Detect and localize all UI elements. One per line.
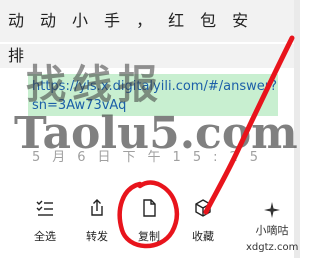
select-all-label: 全选	[34, 230, 56, 243]
answer-link-line-2[interactable]: sn=3Aw73vAq	[32, 96, 274, 115]
message-line-1-char: ，	[136, 11, 153, 30]
message-line-1-char: 动	[8, 11, 25, 30]
checklist-icon	[36, 200, 53, 216]
favorite-button[interactable]: 收藏	[176, 198, 230, 244]
answer-link[interactable]: https://yls.x.digitalyili.com/#/answer? …	[28, 74, 278, 116]
forward-button[interactable]: 转发	[70, 198, 124, 244]
message-line-1-char: 手	[104, 11, 121, 30]
message-line-1-char: 包	[200, 11, 217, 30]
favorite-label: 收藏	[192, 230, 214, 243]
share-icon	[91, 199, 103, 216]
message-line-1: 动动小手，红包安	[0, 0, 300, 42]
chat-screen: 动动小手，红包安 排 https://yls.x.digitalyili.com…	[0, 0, 300, 258]
select-all-button[interactable]: 全选	[18, 198, 72, 244]
forward-label: 转发	[86, 230, 108, 243]
answer-link-line-1[interactable]: https://yls.x.digitalyili.com/#/answer?	[32, 77, 277, 96]
message-line-2-text: 排	[8, 46, 25, 65]
selection-toolbar: 全选 转发 复制 收藏	[0, 192, 300, 258]
message-line-1-char: 安	[232, 11, 249, 30]
cube-icon	[195, 199, 211, 217]
document-icon	[143, 199, 156, 217]
copy-button[interactable]: 复制	[122, 198, 176, 244]
message-timestamp: 5月6日下午15:25	[32, 150, 271, 165]
message-line-1-char: 红	[168, 11, 185, 30]
message-line-2: 排	[0, 44, 300, 68]
message-line-1-char: 动	[40, 11, 57, 30]
copy-label: 复制	[138, 230, 160, 243]
message-line-1-char: 小	[72, 11, 89, 30]
scroll-edge	[294, 0, 300, 258]
message-line-1-text: 动动小手，红包安	[0, 0, 300, 42]
